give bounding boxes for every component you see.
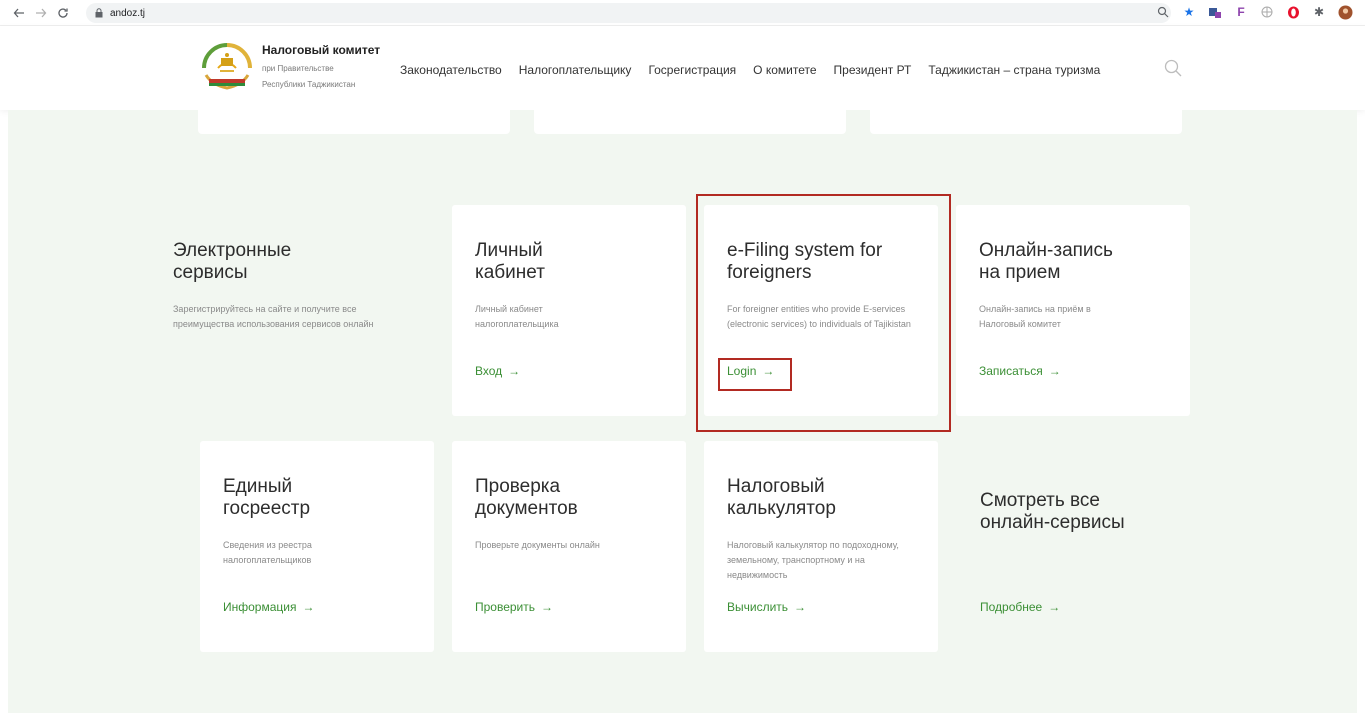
see-all-services: Смотреть все онлайн-сервисы Подробнее → <box>980 490 1220 640</box>
org-subtitle-line-2: Республики Таджикистан <box>262 80 356 89</box>
card-description: Сведения из реестра налогоплательщиков <box>223 540 312 565</box>
url-text: andoz.tj <box>110 7 146 19</box>
arrow-right-icon: → <box>541 600 554 614</box>
documents-check-link[interactable]: Проверить → <box>475 600 553 614</box>
site-header: Налоговый комитет при Правительстве Респ… <box>0 26 1365 110</box>
highlight-frame-login <box>718 358 792 391</box>
card-title: Единый госреестр <box>223 476 311 519</box>
electronic-services-intro: Электронные сервисы Зарегистрируйтесь на… <box>173 240 413 420</box>
card-title: Налоговый калькулятор <box>727 476 836 519</box>
previous-card-bottom <box>870 110 1182 134</box>
service-card-appointment: Онлайн-запись на прием Онлайн-запись на … <box>956 205 1190 416</box>
intro-description: Зарегистрируйтесь на сайте и получите вс… <box>173 304 374 329</box>
nav-item-tourism[interactable]: Таджикистан – страна туризма <box>928 63 1100 77</box>
nav-item-registration[interactable]: Госрегистрация <box>648 63 736 77</box>
arrow-right-icon: → <box>1048 600 1061 614</box>
org-subtitle-line-1: при Правительстве <box>262 64 334 73</box>
arrow-right-icon: → <box>794 600 807 614</box>
browser-toolbar: andoz.tj ★ F ✱ <box>0 0 1365 26</box>
card-description: Онлайн-запись на приём в Налоговый комит… <box>979 304 1091 329</box>
forward-arrow-icon[interactable] <box>30 2 52 24</box>
nav-item-taxpayer[interactable]: Налогоплательщику <box>519 63 632 77</box>
see-all-title: Смотреть все онлайн-сервисы <box>980 490 1125 533</box>
lock-icon <box>94 7 104 19</box>
f-extension-icon[interactable]: F <box>1233 4 1249 20</box>
see-all-link[interactable]: Подробнее → <box>980 600 1060 614</box>
nav-item-legislation[interactable]: Законодательство <box>400 63 502 77</box>
reload-icon[interactable] <box>52 2 74 24</box>
services-section: Электронные сервисы Зарегистрируйтесь на… <box>8 110 1357 713</box>
nav-item-president[interactable]: Президент РТ <box>834 63 912 77</box>
star-icon[interactable]: ★ <box>1181 4 1197 20</box>
back-arrow-icon[interactable] <box>8 2 30 24</box>
highlight-frame-efiling <box>696 194 951 432</box>
profile-icon[interactable] <box>1337 4 1353 20</box>
appointment-signup-link[interactable]: Записаться → <box>979 364 1061 378</box>
zoom-icon[interactable] <box>1155 4 1171 20</box>
card-title: Проверка документов <box>475 476 578 519</box>
puzzle-icon[interactable]: ✱ <box>1311 4 1327 20</box>
card-title: Личный кабинет <box>475 240 545 283</box>
tajikistan-emblem-logo[interactable] <box>200 41 254 95</box>
registry-info-link[interactable]: Информация → <box>223 600 314 614</box>
card-description: Проверьте документы онлайн <box>475 540 600 550</box>
extension-icon[interactable] <box>1207 4 1223 20</box>
search-icon[interactable] <box>1164 59 1182 77</box>
org-title: Налоговый комитет <box>262 43 381 57</box>
service-card-documents: Проверка документов Проверьте документы … <box>452 441 686 652</box>
previous-card-bottom <box>534 110 846 134</box>
card-description: Личный кабинет налогоплательщика <box>475 304 559 329</box>
globe-icon[interactable] <box>1259 4 1275 20</box>
service-card-cabinet: Личный кабинет Личный кабинет налогоплат… <box>452 205 686 416</box>
arrow-right-icon: → <box>1048 364 1061 378</box>
nav-item-about[interactable]: О комитете <box>753 63 816 77</box>
address-bar[interactable]: andoz.tj <box>86 3 1171 23</box>
card-title: Онлайн-запись на прием <box>979 240 1113 283</box>
previous-card-bottom <box>198 110 510 134</box>
arrow-right-icon: → <box>302 600 315 614</box>
intro-title: Электронные сервисы <box>173 240 292 283</box>
main-nav: Законодательство Налогоплательщику Госре… <box>400 63 1117 77</box>
opera-icon[interactable] <box>1285 4 1301 20</box>
arrow-right-icon: → <box>508 364 521 378</box>
service-card-calculator: Налоговый калькулятор Налоговый калькуля… <box>704 441 938 652</box>
login-cabinet-link[interactable]: Вход → <box>475 364 520 378</box>
calculator-compute-link[interactable]: Вычислить → <box>727 600 806 614</box>
service-card-registry: Единый госреестр Сведения из реестра нал… <box>200 441 434 652</box>
card-description: Налоговый калькулятор по подоходному, зе… <box>727 540 899 580</box>
